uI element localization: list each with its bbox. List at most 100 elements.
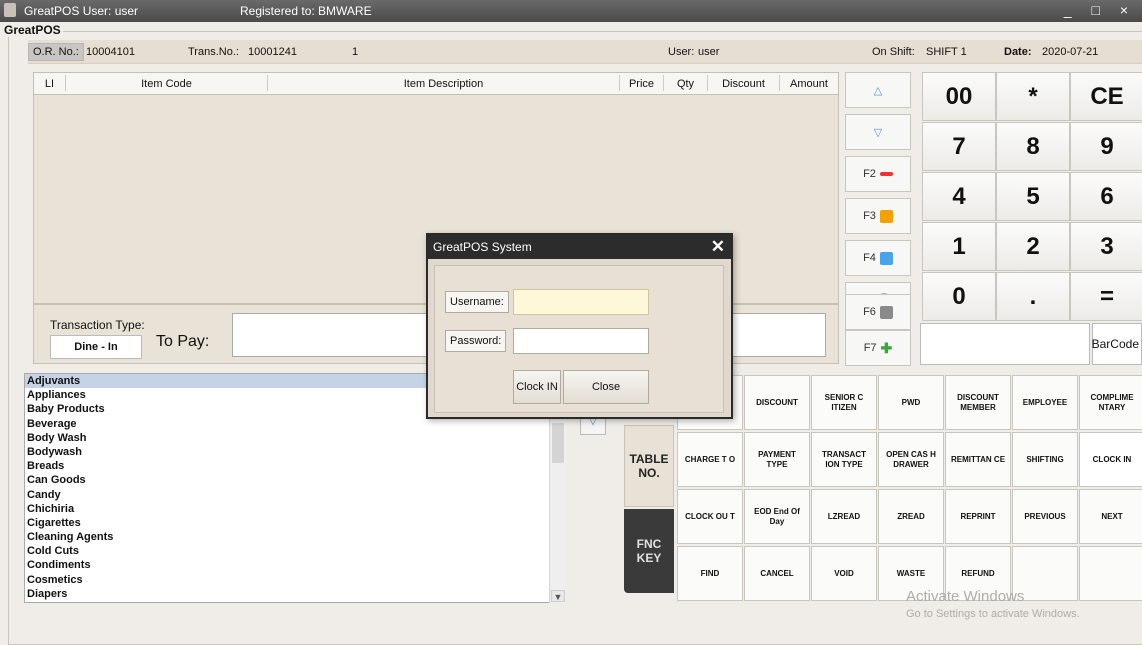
password-field[interactable] — [513, 328, 649, 354]
key-asterisk[interactable]: * — [996, 72, 1070, 121]
f3-label: F3 — [863, 210, 876, 222]
tab-fnc-key[interactable]: FNC KEY — [624, 509, 674, 593]
f7-button[interactable]: F7 ✚ — [845, 330, 911, 366]
employee-button[interactable]: EMPLOYEE — [1012, 375, 1078, 430]
f4-label: F4 — [863, 252, 876, 264]
list-item[interactable]: Cold Cuts — [25, 544, 565, 558]
trans-value: 10001241 — [248, 46, 297, 58]
find-button[interactable]: FIND — [677, 546, 743, 601]
pwd-button[interactable]: PWD — [878, 375, 944, 430]
frame-label: GreatPOS — [2, 23, 63, 37]
f3-button[interactable]: F3 — [845, 198, 911, 234]
close-button[interactable]: Close — [563, 370, 649, 404]
barcode-button[interactable]: BarCode — [1092, 323, 1142, 365]
key-5[interactable]: 5 — [996, 172, 1070, 221]
list-item[interactable]: Candy — [25, 488, 565, 502]
discount-member-button[interactable]: DISCOUNT MEMBER — [945, 375, 1011, 430]
shifting-button[interactable]: SHIFTING — [1012, 432, 1078, 487]
list-item[interactable]: Chichiria — [25, 502, 565, 516]
transaction-type-button[interactable]: Dine - In — [50, 335, 142, 359]
activation-watermark: Activate Windows — [906, 588, 1025, 605]
f2-label: F2 — [863, 168, 876, 180]
user-label: User: — [668, 46, 695, 58]
password-label: Password: — [445, 330, 507, 352]
user-value: user — [698, 46, 720, 58]
login-dialog: GreatPOS System ✕ Username: Password: Cl… — [426, 233, 733, 419]
barcode-input[interactable] — [920, 323, 1090, 365]
charge-to-button[interactable]: CHARGE T O — [677, 432, 743, 487]
list-item[interactable]: Can Goods — [25, 473, 565, 487]
key-3[interactable]: 3 — [1070, 222, 1142, 271]
list-item[interactable]: Cleaning Agents — [25, 530, 565, 544]
scroll-up-button[interactable]: △ — [845, 72, 911, 108]
f2-button[interactable]: F2 — [845, 156, 911, 192]
list-item[interactable]: Condiments — [25, 558, 565, 572]
scrollbar-thumb[interactable] — [552, 423, 564, 463]
minus-icon — [879, 172, 893, 176]
clock-out-button[interactable]: CLOCK OU T — [677, 489, 743, 544]
key-7[interactable]: 7 — [922, 122, 996, 171]
key-1[interactable]: 1 — [922, 222, 996, 271]
function-button[interactable] — [1079, 546, 1142, 601]
col-discount: Discount — [708, 75, 780, 91]
list-item[interactable]: Cosmetics — [25, 573, 565, 587]
senior-citizen-button[interactable]: SENIOR C ITIZEN — [811, 375, 877, 430]
shift-label: On Shift: — [872, 46, 915, 58]
zread-button[interactable]: ZREAD — [878, 489, 944, 544]
key-9[interactable]: 9 — [1070, 122, 1142, 171]
activation-watermark-sub: Go to Settings to activate Windows. — [906, 608, 1080, 620]
complimentary-button[interactable]: COMPLIME NTARY — [1079, 375, 1142, 430]
dialog-body: Username: Password: Clock IN Close — [434, 265, 724, 413]
key-6[interactable]: 6 — [1070, 172, 1142, 221]
window-title: GreatPOS User: user — [24, 4, 139, 18]
function-grid: DISCOUNT SENIOR C ITIZEN PWD DISCOUNT ME… — [677, 375, 1142, 603]
key-ce[interactable]: CE — [1070, 72, 1142, 121]
window-titlebar: GreatPOS User: user Registered to: BMWAR… — [0, 0, 1142, 22]
key-equals[interactable]: = — [1070, 272, 1142, 321]
or-label: O.R. No.: — [28, 43, 84, 61]
trans-label: Trans.No.: — [188, 46, 239, 58]
key-2[interactable]: 2 — [996, 222, 1070, 271]
username-field[interactable] — [513, 289, 649, 315]
lzread-button[interactable]: LZREAD — [811, 489, 877, 544]
transaction-type-fn-button[interactable]: TRANSACT ION TYPE — [811, 432, 877, 487]
col-li: LI — [34, 75, 66, 91]
col-qty: Qty — [664, 75, 708, 91]
open-cash-drawer-button[interactable]: OPEN CAS H DRAWER — [878, 432, 944, 487]
key-dot[interactable]: . — [996, 272, 1070, 321]
reprint-button[interactable]: REPRINT — [945, 489, 1011, 544]
scroll-down-button[interactable]: ▽ — [845, 114, 911, 150]
list-item[interactable]: Bodywash — [25, 445, 565, 459]
window-controls[interactable]: _ □ × — [1064, 2, 1136, 18]
clock-in-button[interactable]: Clock IN — [513, 370, 561, 404]
next-button[interactable]: NEXT — [1079, 489, 1142, 544]
payment-type-button[interactable]: PAYMENT TYPE — [744, 432, 810, 487]
app-icon — [4, 3, 16, 17]
f6-button[interactable]: F6 — [845, 294, 911, 330]
trans-count: 1 — [352, 46, 359, 58]
list-item[interactable]: Breads — [25, 459, 565, 473]
close-icon[interactable]: ✕ — [711, 237, 725, 257]
void-button[interactable]: VOID — [811, 546, 877, 601]
discount-button[interactable]: DISCOUNT — [744, 375, 810, 430]
scroll-down-icon[interactable]: ▼ — [551, 590, 565, 602]
tab-table-no[interactable]: TABLE NO. — [624, 425, 674, 507]
cancel-button[interactable]: CANCEL — [744, 546, 810, 601]
list-item[interactable]: Diapers — [25, 587, 565, 601]
remittance-button[interactable]: REMITTAN CE — [945, 432, 1011, 487]
key-4[interactable]: 4 — [922, 172, 996, 221]
key-0[interactable]: 0 — [922, 272, 996, 321]
clock-in-fn-button[interactable]: CLOCK IN — [1079, 432, 1142, 487]
col-price: Price — [620, 75, 664, 91]
down-arrow-icon: ▽ — [873, 126, 883, 139]
f6-label: F6 — [863, 306, 876, 318]
shift-value: SHIFT 1 — [926, 46, 967, 58]
previous-button[interactable]: PREVIOUS — [1012, 489, 1078, 544]
or-value: 10004101 — [86, 46, 135, 58]
key-8[interactable]: 8 — [996, 122, 1070, 171]
list-item[interactable]: Body Wash — [25, 431, 565, 445]
list-item[interactable]: Cigarettes — [25, 516, 565, 530]
eod-button[interactable]: EOD End Of Day — [744, 489, 810, 544]
key-00[interactable]: 00 — [922, 72, 996, 121]
f4-button[interactable]: F4 — [845, 240, 911, 276]
